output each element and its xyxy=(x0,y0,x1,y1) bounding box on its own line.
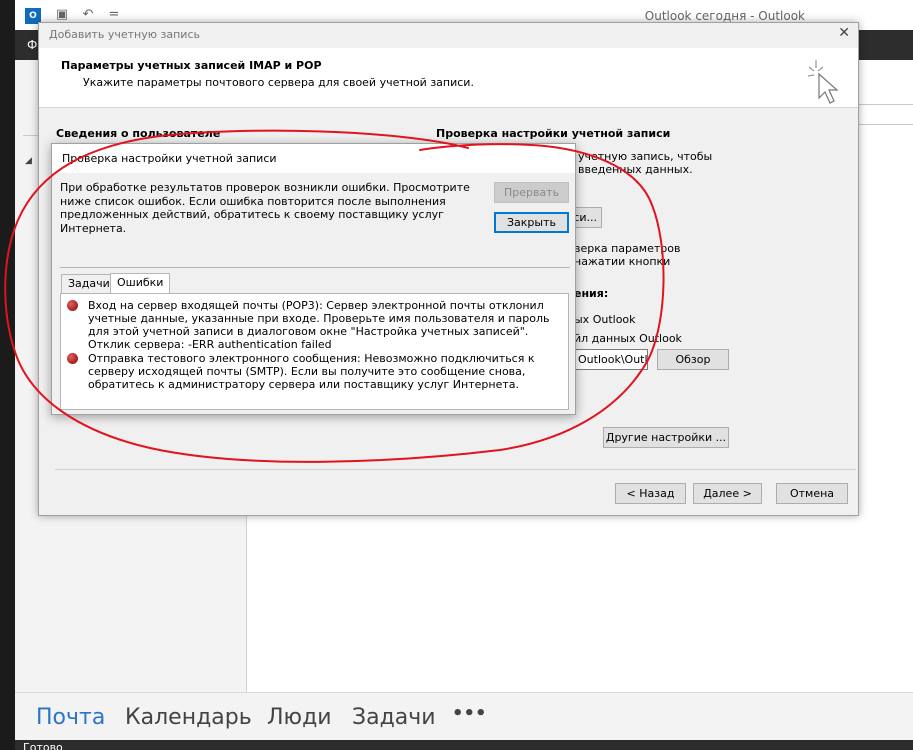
back-button[interactable]: < Назад xyxy=(615,483,686,504)
nav-calendar[interactable]: Календарь xyxy=(125,705,252,730)
reading-pane-divider xyxy=(858,124,913,125)
error-icon xyxy=(67,353,78,364)
close-button[interactable]: Закрыть xyxy=(494,212,569,233)
auto-test-text: нажатии кнопки xyxy=(574,255,671,268)
close-icon[interactable]: ✕ xyxy=(838,25,850,41)
status-text: Готово xyxy=(23,741,63,750)
collapse-arrow-icon[interactable]: ◢ xyxy=(25,156,32,166)
dialog-title: Добавить учетную запись xyxy=(49,28,200,41)
save-icon[interactable]: ▣ xyxy=(55,8,69,22)
error-text: Вход на сервер входящей почты (POP3): Се… xyxy=(88,299,550,351)
data-file-path-input[interactable]: Outlook\Outl xyxy=(575,349,648,370)
test-dialog-separator xyxy=(60,267,570,268)
existing-data-file-option: йл данных Outlook xyxy=(574,332,682,345)
test-hint-text: учетную запись, чтобы xyxy=(578,150,713,163)
undo-icon[interactable]: ↶ xyxy=(81,8,95,22)
tab-errors[interactable]: Ошибки xyxy=(110,273,171,294)
test-dialog-title: Проверка настройки учетной записи xyxy=(62,152,277,165)
nav-tasks[interactable]: Задачи xyxy=(352,705,436,730)
reading-pane-divider xyxy=(858,104,913,105)
nav-people[interactable]: Люди xyxy=(267,705,332,730)
customize-toolbar-icon[interactable]: = xyxy=(107,8,121,22)
user-info-section-label: Сведения о пользователе xyxy=(56,127,221,140)
cancel-button[interactable]: Отмена xyxy=(776,483,848,504)
test-settings-section-label: Проверка настройки учетной записи xyxy=(436,127,671,140)
test-account-dialog: Проверка настройки учетной записи При об… xyxy=(51,143,576,415)
nav-more-icon[interactable]: ••• xyxy=(452,703,487,724)
footer-separator xyxy=(55,469,856,470)
test-hint-text: введенных данных. xyxy=(578,163,693,176)
header-title: Параметры учетных записей IMAP и POP xyxy=(61,59,322,72)
error-text: Отправка тестового электронного сообщени… xyxy=(88,352,535,391)
nav-mail[interactable]: Почта xyxy=(36,705,105,730)
errors-list: Вход на сервер входящей почты (POP3): Се… xyxy=(60,293,569,410)
test-dialog-message: При обработке результатов проверок возни… xyxy=(60,181,470,235)
window-title: Outlook сегодня - Outlook xyxy=(644,9,805,23)
dialog-header: Параметры учетных записей IMAP и POP Ука… xyxy=(39,48,858,108)
window-left-edge xyxy=(0,0,15,750)
wizard-cursor-icon xyxy=(807,60,839,104)
stop-button: Прервать xyxy=(494,182,569,203)
delivery-section-label: ения: xyxy=(574,287,609,300)
test-dialog-title-bar: Проверка настройки учетной записи xyxy=(52,144,575,173)
bottom-navigation: Почта Календарь Люди Задачи ••• xyxy=(15,692,913,740)
file-tab[interactable]: Ф xyxy=(27,38,37,52)
auto-test-text: верка параметров xyxy=(574,242,681,255)
new-data-file-option: ых Outlook xyxy=(574,313,636,326)
browse-button[interactable]: Обзор xyxy=(657,349,729,370)
list-item: Отправка тестового электронного сообщени… xyxy=(67,352,557,394)
list-item: Вход на сервер входящей почты (POP3): Се… xyxy=(67,299,557,353)
header-subtitle: Укажите параметры почтового сервера для … xyxy=(83,76,474,89)
next-button[interactable]: Далее > xyxy=(693,483,762,504)
tab-tasks[interactable]: Задачи xyxy=(61,274,117,294)
status-bar: Готово xyxy=(15,740,913,750)
more-settings-button[interactable]: Другие настройки ... xyxy=(603,427,729,448)
error-icon xyxy=(67,300,78,311)
